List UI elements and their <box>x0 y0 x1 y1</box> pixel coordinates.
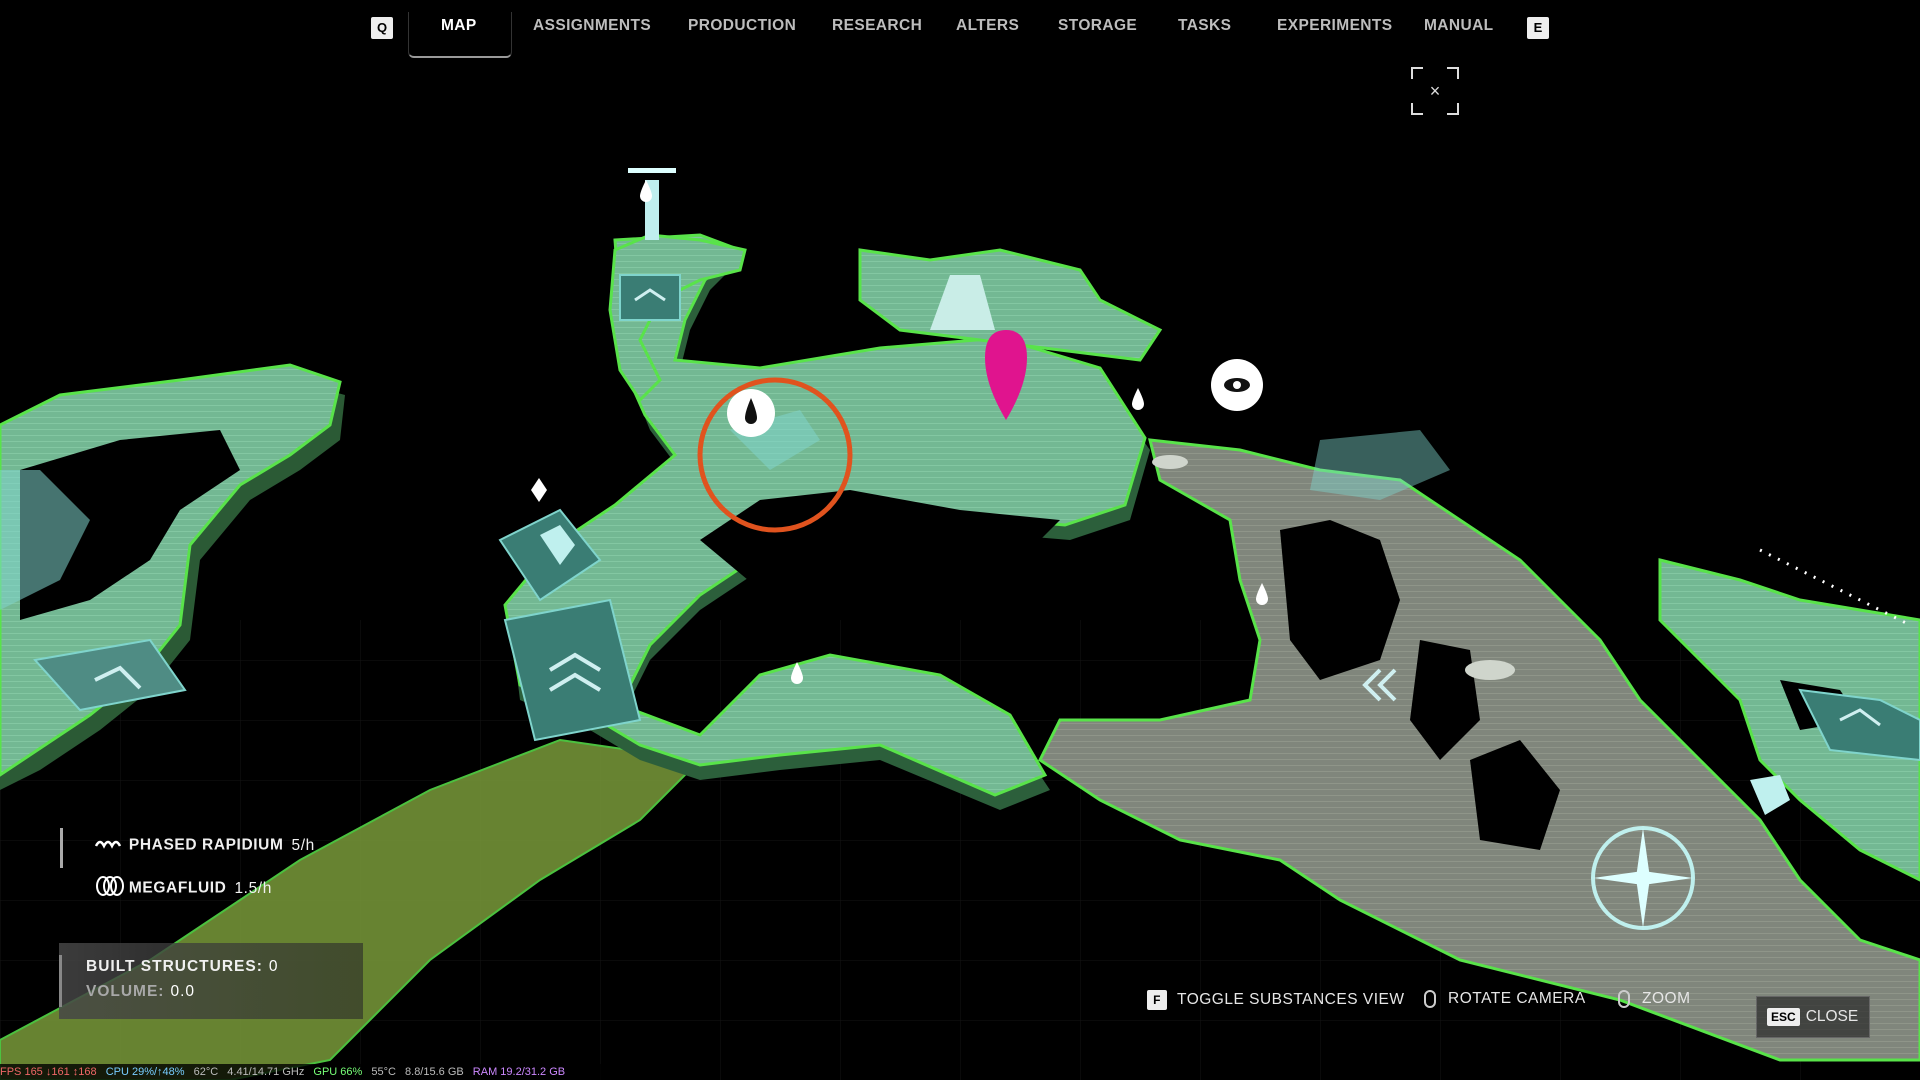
f-key-icon: F <box>1147 990 1167 1010</box>
toggle-substances-label: TOGGLE SUBSTANCES VIEW <box>1177 991 1405 1009</box>
performance-overlay: FPS 165 ↓161 ↕168 CPU 29%/↑48% 62°C 4.41… <box>0 1064 620 1080</box>
cpu-clock-readout: 4.41/14.71 GHz <box>227 1066 305 1078</box>
gpu-temp-readout: 55°C <box>371 1066 396 1078</box>
close-icon: × <box>1429 81 1441 101</box>
fps-readout: FPS 165 ↓161 ↕168 <box>0 1066 97 1078</box>
mouse-icon <box>1424 990 1436 1008</box>
resource-name: PHASED RAPIDIUM <box>128 836 284 854</box>
cpu-temp-readout: 62°C <box>193 1066 219 1078</box>
built-structures-value: 0 <box>268 958 279 975</box>
cpu-readout: CPU 29%/↑48% <box>105 1066 185 1078</box>
tab-production[interactable]: PRODUCTION <box>688 17 796 41</box>
close-button[interactable]: ESC CLOSE <box>1756 996 1870 1038</box>
tab-assignments[interactable]: ASSIGNMENTS <box>533 17 651 41</box>
built-structures-label: BUILT STRUCTURES: <box>86 958 263 975</box>
structures-panel: BUILT STRUCTURES: 0 VOLUME: 0.0 <box>59 943 363 1019</box>
rotate-camera-hint: ROTATE CAMERA <box>1424 990 1586 1012</box>
close-label: CLOSE <box>1805 1008 1859 1025</box>
panel-accent-bar <box>59 955 62 1007</box>
volume-row: VOLUME: 0.0 <box>86 983 195 1001</box>
tab-manual[interactable]: MANUAL <box>1424 17 1494 41</box>
tab-experiments[interactable]: EXPERIMENTS <box>1277 17 1393 41</box>
dish-structure <box>1152 455 1188 469</box>
tab-alters[interactable]: ALTERS <box>956 17 1019 41</box>
resource-row: MEGAFLUID 1.5/h <box>94 876 272 898</box>
resource-rate: 5/h <box>291 836 315 854</box>
zoom-hint: ZOOM <box>1618 990 1691 1012</box>
prev-tab-key-hint[interactable]: Q <box>371 17 393 39</box>
esc-key-icon: ESC <box>1767 1007 1800 1026</box>
top-navigation: Q MAP ASSIGNMENTS PRODUCTION RESEARCH AL… <box>0 0 1920 60</box>
fan-structure <box>1591 826 1695 930</box>
wave-icon <box>94 836 124 855</box>
resource-name: MEGAFLUID <box>128 879 227 897</box>
tab-tasks[interactable]: TASKS <box>1178 17 1231 41</box>
toggle-substances-hint[interactable]: F TOGGLE SUBSTANCES VIEW <box>1147 990 1404 1012</box>
vram-readout: 8.8/15.6 GB <box>405 1066 464 1078</box>
volume-value: 0.0 <box>170 983 196 1000</box>
rotate-camera-label: ROTATE CAMERA <box>1448 990 1586 1008</box>
resource-row: PHASED RAPIDIUM 5/h <box>94 836 315 858</box>
built-structures-row: BUILT STRUCTURES: 0 <box>86 958 279 976</box>
panel-accent-bar <box>60 828 63 868</box>
megafluid-icon <box>94 876 124 901</box>
zoom-label: ZOOM <box>1642 990 1691 1008</box>
next-tab-key-hint[interactable]: E <box>1527 17 1549 39</box>
ram-readout: RAM 19.2/31.2 GB <box>472 1066 566 1078</box>
tab-storage[interactable]: STORAGE <box>1058 17 1137 41</box>
resource-rate: 1.5/h <box>234 879 272 897</box>
volume-label: VOLUME: <box>86 983 165 1000</box>
dish-structure <box>1465 660 1515 680</box>
tab-research[interactable]: RESEARCH <box>832 17 922 41</box>
tab-map[interactable]: MAP <box>441 17 477 41</box>
gpu-readout: GPU 66% <box>313 1066 363 1078</box>
mouse-wheel-icon <box>1618 990 1630 1008</box>
recenter-button[interactable]: × <box>1411 67 1459 115</box>
map-canvas[interactable] <box>0 0 1920 1080</box>
